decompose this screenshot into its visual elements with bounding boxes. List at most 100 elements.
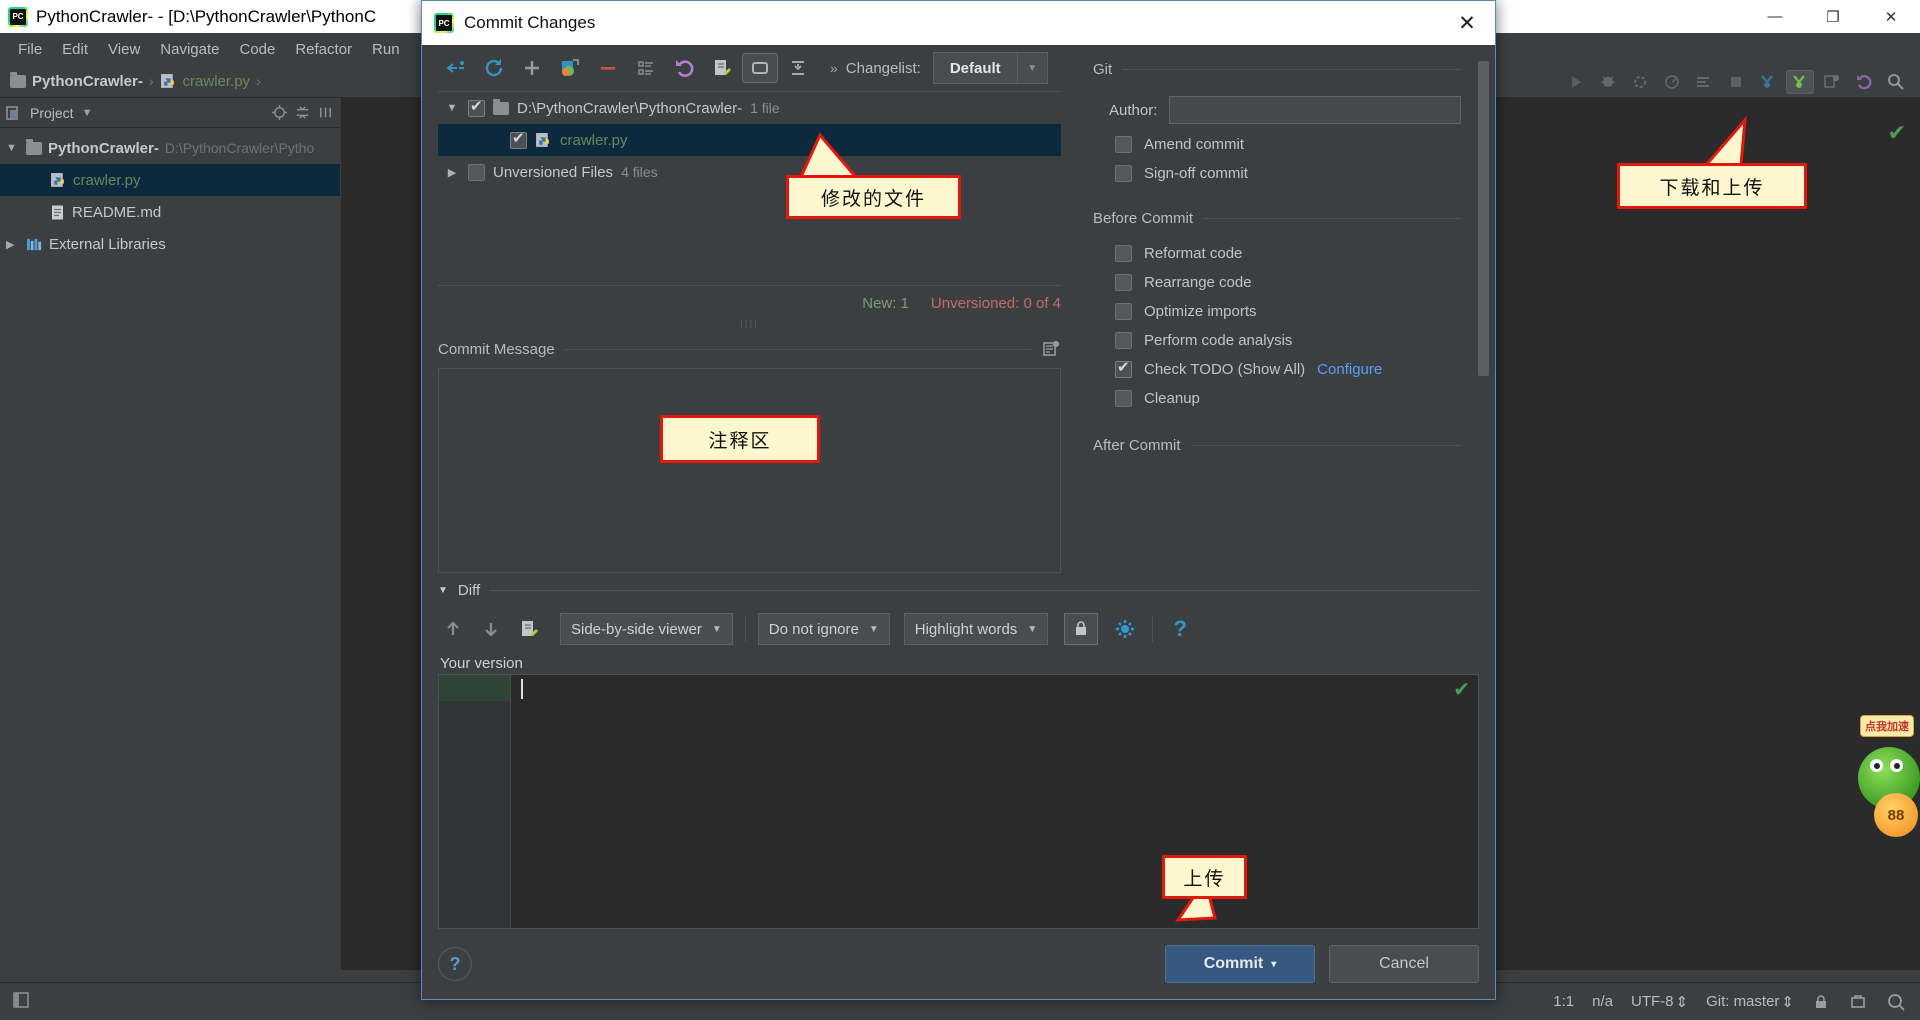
- lock-icon[interactable]: [1064, 613, 1099, 645]
- commit-changes-dialog[interactable]: Commit Changes ✕ »: [421, 0, 1496, 1000]
- collapse-all-icon[interactable]: [780, 53, 816, 83]
- breadcrumb-project[interactable]: PythonCrawler-: [10, 71, 143, 90]
- sign-off-commit-row[interactable]: Sign-off commit: [1077, 153, 1495, 182]
- chevron-down-icon[interactable]: ▼: [1016, 53, 1047, 83]
- reformat-code-row[interactable]: Reformat code: [1077, 227, 1495, 262]
- menu-edit[interactable]: Edit: [52, 38, 98, 61]
- changes-tree-row-file[interactable]: crawler.py: [438, 124, 1061, 156]
- chevron-down-icon[interactable]: ▼: [82, 107, 93, 119]
- diff-toolbar[interactable]: Side-by-side viewer ▼ Do not ignore ▼ Hi…: [422, 603, 1495, 649]
- options-scrollbar[interactable]: [1478, 61, 1489, 391]
- rollback-icon[interactable]: [1850, 70, 1878, 94]
- collapse-triangle-icon[interactable]: ▼: [438, 585, 448, 596]
- amend-commit-row[interactable]: Amend commit: [1077, 124, 1495, 153]
- row-checkbox-file[interactable]: [510, 129, 527, 149]
- diff-editor[interactable]: ✔: [438, 674, 1479, 929]
- project-tree[interactable]: ▼ PythonCrawler- D:\PythonCrawler\Pytho …: [0, 128, 340, 970]
- magnifier-icon[interactable]: [1886, 992, 1906, 1012]
- tree-row-external-libraries[interactable]: ▶ External Libraries: [0, 228, 340, 260]
- edit-source-icon[interactable]: [514, 614, 544, 644]
- ad-badge-count[interactable]: 88: [1874, 793, 1918, 837]
- coverage-icon[interactable]: [1626, 70, 1654, 94]
- menu-view[interactable]: View: [98, 38, 150, 61]
- add-icon[interactable]: [514, 53, 550, 83]
- breadcrumb-file[interactable]: crawler.py: [160, 73, 250, 90]
- highlight-mode-combobox[interactable]: Highlight words ▼: [903, 613, 1049, 645]
- status-branch[interactable]: Git: master ⇕: [1706, 993, 1794, 1011]
- commit-button[interactable]: Commit ▾: [1165, 945, 1315, 983]
- splitter-grip[interactable]: ⁞⁞⁞⁞: [422, 320, 1077, 334]
- group-by-icon[interactable]: [628, 53, 664, 83]
- changelist-combobox[interactable]: Default ▼: [932, 52, 1048, 84]
- minimize-button[interactable]: —: [1746, 0, 1804, 33]
- window-controls[interactable]: — ❐ ✕: [1746, 0, 1920, 33]
- collapse-all-icon[interactable]: [294, 104, 311, 121]
- status-right[interactable]: 1:1 n/a UTF-8 ⇕ Git: master ⇕: [1553, 992, 1920, 1012]
- expand-arrow-icon[interactable]: ▼: [6, 142, 20, 154]
- project-panel-actions[interactable]: [271, 104, 340, 121]
- row-checkbox[interactable]: [468, 97, 485, 117]
- toggle-toolbar-icon[interactable]: [12, 991, 30, 1009]
- sign-off-commit-checkbox[interactable]: [1115, 165, 1132, 182]
- perform-code-analysis-checkbox[interactable]: [1115, 332, 1132, 349]
- whitespace-mode-combobox[interactable]: Do not ignore ▼: [757, 613, 890, 645]
- check-todo-checkbox[interactable]: [1115, 358, 1132, 378]
- status-caret-position[interactable]: 1:1: [1553, 993, 1574, 1010]
- group-by-directory-icon[interactable]: [742, 53, 778, 83]
- cancel-button[interactable]: Cancel: [1329, 945, 1479, 983]
- amend-commit-checkbox[interactable]: [1115, 136, 1132, 153]
- menu-run[interactable]: Run: [362, 38, 410, 61]
- status-indent[interactable]: n/a: [1592, 993, 1613, 1010]
- move-to-changelist-icon[interactable]: [552, 53, 588, 83]
- edit-source-icon[interactable]: [704, 53, 740, 83]
- message-history-icon[interactable]: [1041, 339, 1061, 359]
- delete-icon[interactable]: [590, 53, 626, 83]
- viewer-mode-combobox[interactable]: Side-by-side viewer ▼: [560, 613, 733, 645]
- show-diff-icon[interactable]: [438, 53, 474, 83]
- menu-navigate[interactable]: Navigate: [150, 38, 229, 61]
- rollback-icon[interactable]: [666, 53, 702, 83]
- status-encoding[interactable]: UTF-8 ⇕: [1631, 993, 1688, 1011]
- gear-icon[interactable]: [1110, 614, 1140, 644]
- dialog-close-button[interactable]: ✕: [1445, 1, 1489, 45]
- cleanup-checkbox[interactable]: [1115, 390, 1132, 407]
- run-icon[interactable]: [1562, 70, 1590, 94]
- scrollbar-thumb[interactable]: [1478, 61, 1489, 376]
- tree-row-project[interactable]: ▼ PythonCrawler- D:\PythonCrawler\Pytho: [0, 132, 340, 164]
- optimize-imports-checkbox[interactable]: [1115, 303, 1132, 320]
- arrow-up-icon[interactable]: [438, 614, 468, 644]
- compare-with-branch-icon[interactable]: [1818, 70, 1846, 94]
- optimize-imports-row[interactable]: Optimize imports: [1077, 291, 1495, 320]
- tree-row-crawler-py[interactable]: crawler.py: [0, 164, 340, 196]
- maximize-button[interactable]: ❐: [1804, 0, 1862, 33]
- console-icon[interactable]: [1690, 70, 1718, 94]
- expand-arrow-icon-2[interactable]: ▶: [444, 166, 460, 179]
- changed-files-tree[interactable]: ▼ D:\PythonCrawler\PythonCrawler- 1 file: [438, 91, 1061, 286]
- locate-icon[interactable]: [271, 104, 288, 121]
- inspector-icon[interactable]: [1848, 992, 1868, 1012]
- menu-code[interactable]: Code: [229, 38, 285, 61]
- reformat-code-checkbox[interactable]: [1115, 245, 1132, 262]
- debug-icon[interactable]: [1594, 70, 1622, 94]
- commit-changes-icon[interactable]: [1786, 69, 1814, 94]
- question-icon[interactable]: ?: [1165, 614, 1195, 644]
- expand-arrow-icon[interactable]: ▼: [444, 102, 460, 114]
- author-input[interactable]: [1169, 96, 1461, 124]
- search-everywhere-icon[interactable]: [1882, 70, 1910, 94]
- ad-widget[interactable]: 点我加速 88: [1850, 715, 1920, 850]
- close-button[interactable]: ✕: [1862, 0, 1920, 33]
- changes-tree-row-directory[interactable]: ▼ D:\PythonCrawler\PythonCrawler- 1 file: [438, 92, 1061, 124]
- refresh-icon[interactable]: [476, 53, 512, 83]
- arrow-down-icon[interactable]: [476, 614, 506, 644]
- menu-file[interactable]: File: [8, 38, 52, 61]
- ad-bubble-label[interactable]: 点我加速: [1860, 715, 1914, 737]
- row-checkbox-unversioned[interactable]: [468, 163, 485, 181]
- perform-code-analysis-row[interactable]: Perform code analysis: [1077, 320, 1495, 349]
- stop-icon[interactable]: [1722, 70, 1750, 94]
- cleanup-row[interactable]: Cleanup: [1077, 378, 1495, 407]
- project-tool-window-header[interactable]: Project ▼: [0, 98, 340, 128]
- commit-message-input[interactable]: [438, 368, 1061, 573]
- diff-header[interactable]: ▼ Diff: [422, 577, 1495, 603]
- profile-icon[interactable]: [1658, 70, 1686, 94]
- changes-tree-row-unversioned[interactable]: ▶ Unversioned Files 4 files: [438, 156, 1061, 188]
